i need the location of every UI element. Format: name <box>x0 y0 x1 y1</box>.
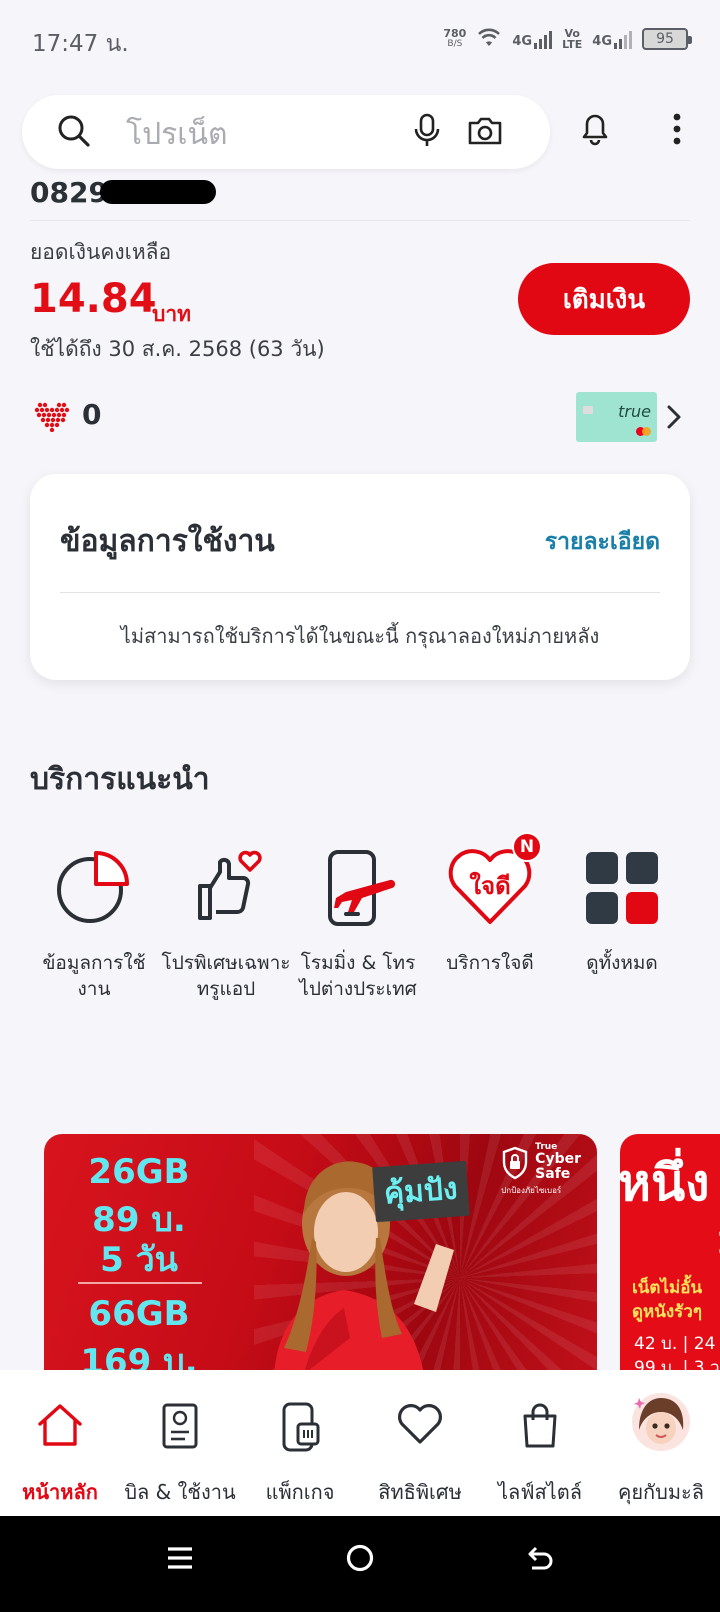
mali-avatar <box>612 1390 710 1454</box>
new-badge: N <box>512 832 542 862</box>
nav-label: ไลฟ์สไตล์ <box>498 1480 582 1504</box>
grid-icon <box>556 848 688 928</box>
pie-chart-icon <box>28 848 160 928</box>
scrolled-link-fragment <box>682 168 690 182</box>
service-usage-info[interactable]: ข้อมูลการใช้งาน <box>28 848 160 1002</box>
usage-card: ข้อมูลการใช้งาน รายละเอียด ไม่สามารถใช้บ… <box>30 474 690 680</box>
search-icon <box>56 113 92 153</box>
nav-label: บิล & ใช้งาน <box>124 1480 236 1504</box>
divider <box>30 220 690 221</box>
phone-airplane-icon <box>292 848 424 928</box>
service-label: ข้อมูลการใช้งาน <box>42 952 146 1000</box>
thumbs-up-heart-icon <box>160 848 292 928</box>
card-chip-icon <box>583 406 593 414</box>
promo-banner-unlimited[interactable]: หนึ่ง 12 เน็ตไม่อั้น ดูหนังรัวๆ 42 บ. | … <box>620 1134 720 1374</box>
search-bar[interactable]: โปรเน็ต <box>22 95 550 169</box>
system-navigation-bar <box>0 1516 720 1612</box>
true-card-thumbnail[interactable]: true <box>576 392 657 442</box>
status-icons: 780 B/S 4G Vo LTE 4G 95 <box>443 26 692 52</box>
divider <box>60 592 660 593</box>
points-value: 0 <box>82 398 102 431</box>
services-section-title: บริการแนะนำ <box>30 762 210 797</box>
usage-detail-link[interactable]: รายละเอียด <box>545 524 660 560</box>
shield-lock-icon <box>501 1146 529 1184</box>
recent-apps-icon[interactable] <box>166 1544 194 1576</box>
service-jaidee[interactable]: ใจดี N บริการใจดี <box>424 832 556 976</box>
banner-text: 12 <box>716 1226 720 1261</box>
search-input[interactable]: โปรเน็ต <box>126 111 228 158</box>
nav-label: คุยกับมะลิ <box>617 1480 705 1504</box>
camera-icon[interactable] <box>466 113 504 153</box>
service-view-all[interactable]: ดูทั้งหมด <box>556 848 688 976</box>
nav-label: แพ็กเกจ <box>265 1480 335 1504</box>
banner-text: 5 วัน <box>100 1240 178 1280</box>
volte-indicator: Vo LTE <box>562 27 583 51</box>
shopping-bag-icon <box>494 1402 586 1448</box>
home-icon <box>14 1402 106 1448</box>
svg-text:ใจดี: ใจดี <box>469 871 510 900</box>
signal-bars-icon <box>534 29 553 49</box>
true-cyber-safe-logo: True Cyber Safe ปกป้องภัยไซเบอร์ <box>501 1142 581 1195</box>
banner-text: 26GB <box>88 1152 190 1192</box>
validity-text: ใช้ได้ถึง 30 ส.ค. 2568 (63 วัน) <box>30 337 325 361</box>
service-roaming[interactable]: โรมมิ่ง & โทรไปต่างประเทศ <box>292 848 424 1002</box>
nav-lifestyle[interactable]: ไลฟ์สไตล์ <box>494 1370 586 1516</box>
wifi-icon <box>476 26 502 52</box>
usage-card-title: ข้อมูลการใช้งาน <box>60 524 275 559</box>
nav-label: สิทธิพิเศษ <box>378 1480 462 1504</box>
balance-unit: บาท <box>152 302 191 326</box>
network-speed: 780 B/S <box>443 27 467 49</box>
banner-text: 42 บ. | 24 <box>634 1334 716 1354</box>
balance-label: ยอดเงินคงเหลือ <box>30 240 172 264</box>
signal-bars-icon <box>614 29 632 49</box>
banner-tag: คุ้มปัง <box>372 1160 470 1223</box>
notification-bell-icon[interactable] <box>578 110 612 150</box>
chevron-right-icon[interactable] <box>666 404 682 434</box>
status-time: 17:47 น. <box>32 31 129 57</box>
heart-jaidee-icon: ใจดี N <box>424 832 556 928</box>
phone-number: 0829 <box>30 176 108 209</box>
banner-text: 169 บ. <box>80 1342 198 1374</box>
nav-bill-usage[interactable]: บิล & ใช้งาน <box>124 1370 236 1516</box>
nav-home[interactable]: หน้าหลัก <box>14 1370 106 1516</box>
heart-icon <box>370 1402 470 1446</box>
phone-number-redaction <box>100 180 216 204</box>
service-label: โปรพิเศษเฉพาะทรูแอป <box>161 952 291 1000</box>
nav-privileges[interactable]: สิทธิพิเศษ <box>370 1370 470 1516</box>
points-heart-icon <box>34 400 70 436</box>
status-bar: 17:47 น. 780 B/S 4G Vo LTE 4G 95 <box>0 0 720 80</box>
more-menu-icon[interactable] <box>672 112 682 150</box>
banner-text: 66GB <box>88 1294 190 1334</box>
banner-text: ดูหนังรัวๆ <box>632 1302 702 1322</box>
microphone-icon[interactable] <box>412 113 442 153</box>
nav-label: หน้าหลัก <box>22 1480 98 1504</box>
banner-divider <box>78 1282 202 1284</box>
promo-banner-data-package[interactable]: 26GB 89 บ. 5 วัน 66GB 169 บ. คุ้มปัง Tru… <box>44 1134 597 1374</box>
signal-4g-1: 4G <box>512 29 553 49</box>
bottom-navigation: หน้าหลัก บิล & ใช้งาน แพ็กเกจ สิทธิพิเศษ… <box>0 1370 720 1516</box>
bill-icon <box>126 1402 234 1450</box>
banner-text: เน็ตไม่อั้น <box>632 1278 703 1298</box>
battery-icon: 95 <box>642 28 692 50</box>
topup-button[interactable]: เติมเงิน <box>518 263 690 335</box>
usage-error-message: ไม่สามารถใช้บริการได้ในขณะนี้ กรุณาลองให… <box>120 624 600 648</box>
signal-4g-2: 4G <box>592 29 632 49</box>
nav-package[interactable]: แพ็กเกจ <box>254 1370 346 1516</box>
nav-chat-mali[interactable]: คุยกับมะลิ <box>612 1370 710 1516</box>
banner-text: หนึ่ง <box>620 1154 710 1212</box>
back-icon[interactable] <box>526 1544 554 1576</box>
service-special-promo[interactable]: โปรพิเศษเฉพาะทรูแอป <box>160 848 292 1002</box>
service-label: โรมมิ่ง & โทรไปต่างประเทศ <box>299 952 417 1000</box>
balance-amount: 14.84 <box>30 276 157 322</box>
home-circle-icon[interactable] <box>346 1544 374 1576</box>
card-brand: true <box>618 402 651 421</box>
phone-sim-icon <box>254 1402 346 1452</box>
service-label: ดูทั้งหมด <box>586 952 658 974</box>
service-label: บริการใจดี <box>446 952 534 974</box>
